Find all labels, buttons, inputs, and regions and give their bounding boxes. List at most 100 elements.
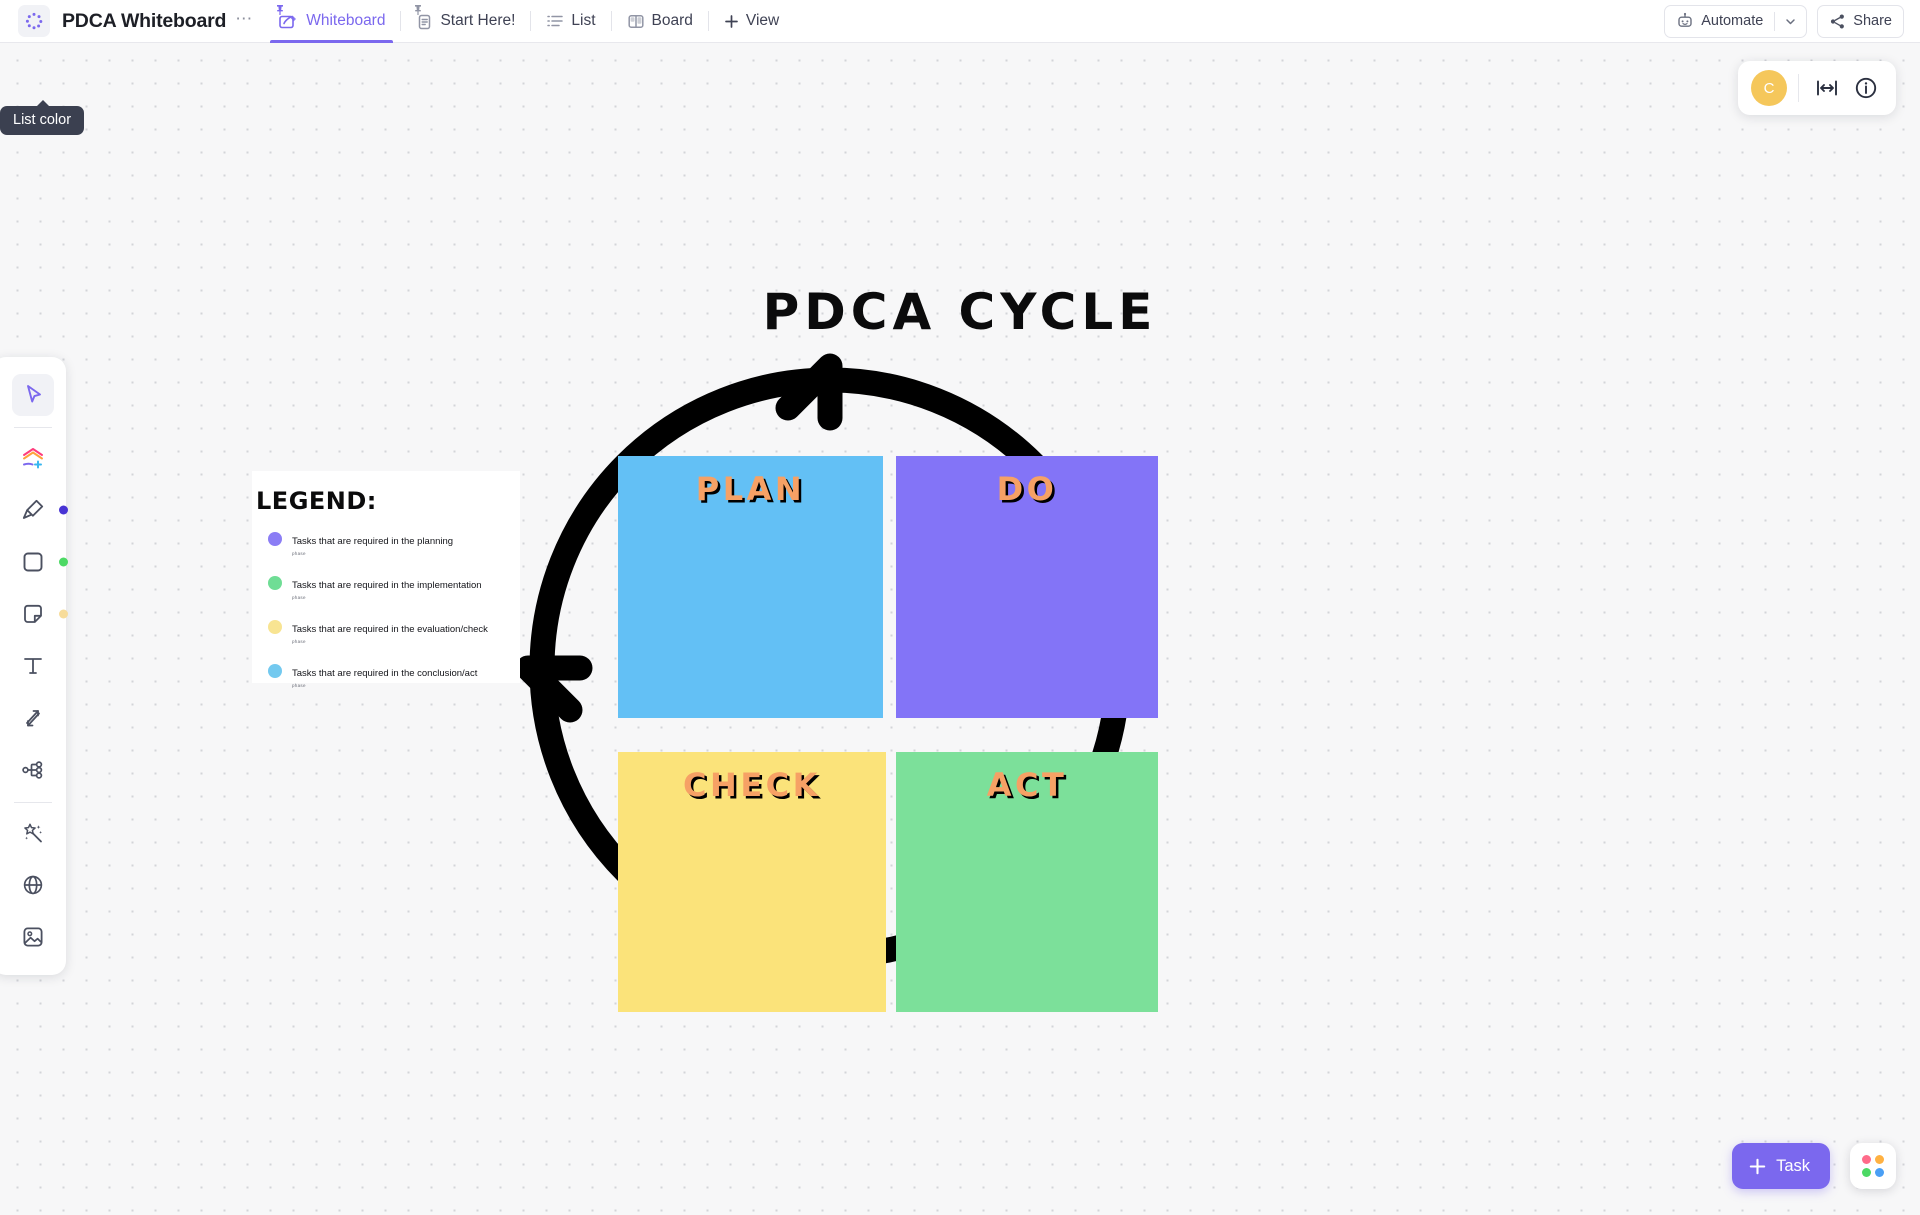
add-task-label: Task <box>1776 1156 1810 1175</box>
tab-board[interactable]: Board <box>612 0 708 43</box>
info-circle-icon <box>1855 77 1877 99</box>
whiteboard-content: PDCA CYCLE PLAN DO CHECK ACT LEGEND: Tas… <box>0 43 1920 1215</box>
doc-icon <box>415 4 433 31</box>
list-color-button[interactable] <box>18 5 50 37</box>
legend-color-dot <box>268 575 282 590</box>
quadrant-check[interactable]: CHECK <box>618 752 886 1012</box>
plus-icon <box>724 14 739 29</box>
legend-item-label: Tasks that are required in the planning <box>292 536 454 547</box>
mindmap-tool[interactable] <box>12 749 54 791</box>
add-task-button[interactable]: Task <box>1732 1143 1830 1189</box>
whiteboard-canvas[interactable]: PDCA CYCLE PLAN DO CHECK ACT LEGEND: Tas… <box>0 43 1920 1215</box>
select-tool[interactable] <box>12 374 54 416</box>
top-header-bar: PDCA Whiteboard ⋯ Whiteboard Start Here!… <box>0 0 1920 43</box>
legend-list: Tasks that are required in the planning … <box>256 531 520 688</box>
image-icon <box>23 927 43 947</box>
avatar[interactable]: C <box>1751 70 1787 106</box>
square-icon <box>23 552 43 572</box>
legend-color-dot <box>268 619 282 634</box>
tab-label: List <box>571 12 596 29</box>
tab-list[interactable]: List <box>531 0 610 43</box>
plus-icon <box>1749 1158 1766 1174</box>
tab-label: Start Here! <box>440 12 516 29</box>
ai-tool[interactable] <box>12 812 54 854</box>
view-tabs: Whiteboard Start Here! List Board View <box>263 0 794 43</box>
legend-item: Tasks that are required in the implement… <box>256 575 520 601</box>
legend-item-label: Tasks that are required in the conclusio… <box>292 667 478 679</box>
tab-label: Board <box>651 12 693 29</box>
tab-start-here[interactable]: Start Here! <box>401 0 530 43</box>
legend-item-sublabel: phase <box>292 682 306 688</box>
list-icon <box>546 13 564 29</box>
shape-tool[interactable] <box>12 541 68 583</box>
legend-item: Tasks that are required in the evaluatio… <box>256 619 520 645</box>
connector-tool[interactable] <box>12 697 54 739</box>
sticky-note-tool[interactable] <box>12 593 68 635</box>
toolbar-divider <box>14 427 52 428</box>
legend-item-label: Tasks that are required in the implement… <box>292 579 482 591</box>
sticky-color-dot[interactable] <box>59 609 68 619</box>
whiteboard-toolbar <box>0 357 68 975</box>
legend-item: Tasks that are required in the planning … <box>256 531 520 557</box>
text-tool[interactable] <box>12 645 54 687</box>
board-icon <box>627 13 645 30</box>
tab-label: Whiteboard <box>306 12 386 29</box>
legend-item-label: Tasks that are required in the evaluatio… <box>292 623 488 635</box>
automate-dropdown-button[interactable] <box>1775 6 1806 37</box>
cursor-icon <box>27 385 41 403</box>
pin-icon <box>415 4 422 15</box>
shape-color-dot[interactable] <box>59 557 68 567</box>
quadrant-plan[interactable]: PLAN <box>618 456 883 718</box>
legend-color-dot <box>268 532 282 546</box>
page-title: PDCA Whiteboard <box>62 9 227 32</box>
apps-grid-icon <box>1862 1155 1884 1177</box>
fit-to-screen-button[interactable] <box>1810 71 1844 105</box>
share-icon <box>1831 14 1845 28</box>
list-color-tooltip: List color <box>0 100 85 135</box>
chevron-down-icon <box>1786 18 1796 24</box>
legend-item: Tasks that are required in the conclusio… <box>256 663 520 689</box>
legend-item-sublabel: phase <box>292 594 306 600</box>
quadrant-label: ACT <box>986 766 1068 804</box>
add-shape-tool[interactable] <box>12 437 54 479</box>
automate-label: Automate <box>1701 13 1764 29</box>
quadrant-act[interactable]: ACT <box>896 752 1158 1012</box>
legend-heading: LEGEND: <box>256 487 377 515</box>
clickup-whiteboard-app: PDCA Whiteboard ⋯ Whiteboard Start Here!… <box>0 0 1920 1215</box>
add-view-label: View <box>745 12 780 29</box>
double-arrow-icon <box>26 710 40 727</box>
globe-icon <box>23 875 43 895</box>
stacked-shapes-plus-icon <box>23 448 43 469</box>
tab-whiteboard[interactable]: Whiteboard <box>263 0 400 43</box>
pen-color-dot[interactable] <box>59 505 68 515</box>
apps-button[interactable] <box>1850 1143 1896 1189</box>
header-left-group: PDCA Whiteboard ⋯ Whiteboard Start Here!… <box>0 0 794 43</box>
legend-item-sublabel: phase <box>292 551 306 556</box>
quadrant-do[interactable]: DO <box>896 456 1158 718</box>
canvas-top-right-panel: C <box>1738 61 1896 115</box>
quadrant-label: CHECK <box>683 766 821 804</box>
image-tool[interactable] <box>12 916 54 958</box>
dotted-circle-icon <box>25 12 43 30</box>
embed-tool[interactable] <box>12 864 54 906</box>
text-t-icon <box>24 658 42 674</box>
quadrant-label: PLAN <box>695 470 806 508</box>
board-more-options-button[interactable]: ⋯ <box>235 10 253 29</box>
legend-item-sublabel: phase <box>292 638 306 644</box>
legend-card[interactable]: LEGEND: Tasks that are required in the p… <box>252 471 520 688</box>
info-button[interactable] <box>1849 71 1883 105</box>
robot-icon <box>1678 12 1692 27</box>
sticky-note-icon <box>24 604 42 623</box>
toolbar-divider <box>14 802 52 803</box>
whiteboard-title: PDCA CYCLE <box>762 283 1158 341</box>
panel-divider <box>1798 74 1799 102</box>
node-tree-icon <box>22 761 43 779</box>
automate-button[interactable]: Automate <box>1664 4 1808 38</box>
whiteboard-icon <box>277 4 299 31</box>
pen-tool[interactable] <box>12 489 68 531</box>
share-button[interactable]: Share <box>1817 4 1904 38</box>
pin-icon <box>277 4 284 15</box>
add-view-button[interactable]: View <box>709 0 794 43</box>
legend-color-dot <box>268 663 282 678</box>
share-label: Share <box>1853 13 1892 29</box>
